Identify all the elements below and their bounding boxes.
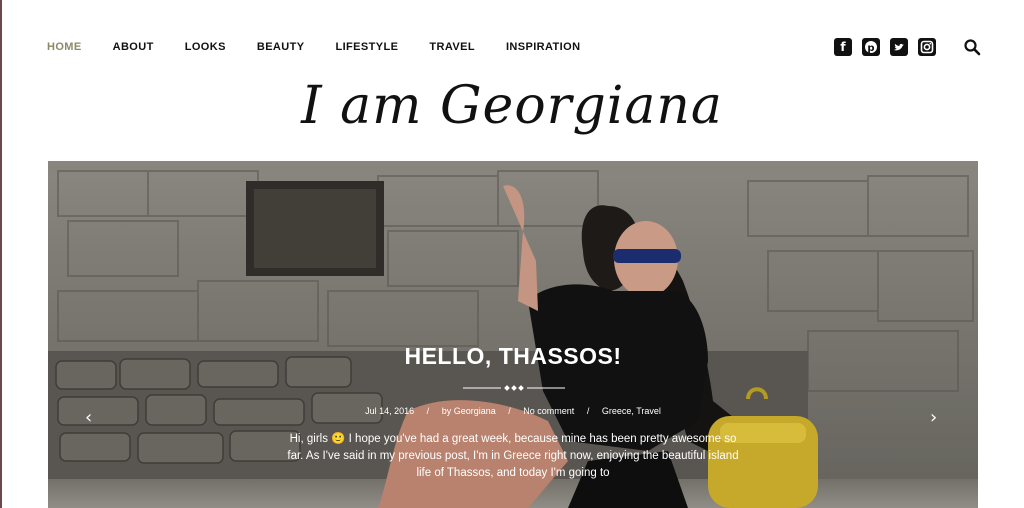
slide-content: HELLO, THASSOS! Jul 14, 2016 / by Georgi… [48,161,978,508]
post-date: Jul 14, 2016 [365,406,415,416]
title-divider [463,385,565,391]
main-nav: HOME ABOUT LOOKS BEAUTY LIFESTYLE TRAVEL… [47,41,611,53]
facebook-icon[interactable]: f [834,38,852,56]
chevron-right-icon[interactable]: › [930,409,944,427]
post-excerpt: Hi, girls 🙂 I hope you've had a great we… [287,433,739,479]
nav-home[interactable]: HOME [47,41,82,53]
post-author[interactable]: by Georgiana [442,406,496,416]
twitter-icon[interactable] [890,38,908,56]
nav-about[interactable]: ABOUT [113,41,154,53]
pinterest-icon[interactable]: p [862,38,880,56]
post-categories[interactable]: Greece, Travel [602,406,661,416]
post-comments[interactable]: No comment [523,406,574,416]
site-logo[interactable]: I am Georgiana [0,76,1024,136]
nav-inspiration[interactable]: INSPIRATION [506,41,580,53]
search-icon[interactable] [963,38,981,56]
chevron-left-icon[interactable]: ‹ [85,409,99,427]
nav-lifestyle[interactable]: LIFESTYLE [335,41,398,53]
meta-separator: / [426,406,430,416]
post-meta: Jul 14, 2016 / by Georgiana / No comment… [48,406,978,416]
nav-travel[interactable]: TRAVEL [429,41,475,53]
instagram-icon[interactable] [918,38,936,56]
logo-text: I am Georgiana [301,76,723,136]
nav-beauty[interactable]: BEAUTY [257,41,305,53]
social-links: f p [834,38,936,56]
nav-looks[interactable]: LOOKS [185,41,226,53]
post-title[interactable]: HELLO, THASSOS! [48,343,978,370]
svg-text:p: p [867,43,874,54]
featured-slider: HELLO, THASSOS! Jul 14, 2016 / by Georgi… [48,161,978,508]
meta-separator: / [586,406,590,416]
meta-separator: / [508,406,511,416]
